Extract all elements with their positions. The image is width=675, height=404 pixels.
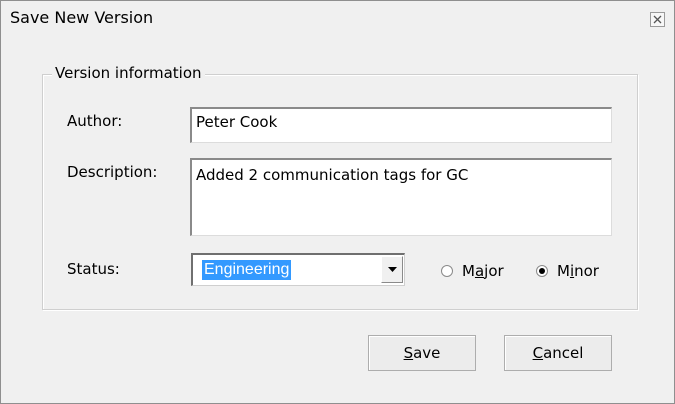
author-field[interactable]: Peter Cook [190,107,612,143]
minor-radio[interactable]: Minor [536,262,599,280]
group-legend: Version information [52,64,205,82]
window-title: Save New Version [10,8,154,27]
save-new-version-dialog: Save New Version Version information Aut… [0,0,675,404]
title-bar[interactable]: Save New Version [1,1,674,35]
status-dropdown[interactable]: Engineering [191,253,405,286]
description-value: Added 2 communication tags for GC [196,166,469,184]
close-button[interactable] [650,12,665,27]
minor-radio-circle[interactable] [536,265,548,277]
save-button-label: Save [403,344,441,362]
minor-radio-label: Minor [557,262,599,280]
author-value: Peter Cook [196,113,278,131]
minor-radio-selected-dot [539,268,545,274]
close-icon [653,15,662,24]
status-label: Status: [67,260,120,278]
description-field[interactable]: Added 2 communication tags for GC [190,158,612,236]
chevron-down-icon [388,267,397,272]
status-dropdown-button[interactable] [381,256,403,283]
major-radio-label: Major [462,262,504,280]
save-button[interactable]: Save [368,335,476,371]
cancel-button[interactable]: Cancel [504,335,612,371]
cancel-button-label: Cancel [532,344,584,362]
major-radio[interactable]: Major [441,262,504,280]
description-label: Description: [67,163,158,181]
author-label: Author: [67,112,123,130]
major-radio-circle[interactable] [441,265,453,277]
status-selected-value: Engineering [202,260,292,280]
